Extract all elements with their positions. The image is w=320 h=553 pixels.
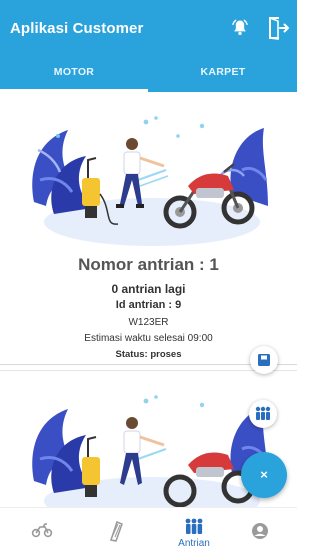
license-plate: W123ER: [128, 317, 169, 328]
save-icon: [258, 354, 270, 366]
queue-card: Nomor antrian : 1 0 antrian lagi Id antr…: [0, 92, 297, 365]
nav-antrian[interactable]: Antrian: [157, 508, 231, 553]
app-bar: Aplikasi Customer MOTOR KARPET: [0, 0, 297, 92]
nav-motor[interactable]: [5, 508, 79, 553]
queue-remaining: 0 antrian lagi: [111, 282, 186, 296]
motorbike-wash-illustration: [32, 395, 268, 508]
bell-icon[interactable]: [230, 18, 250, 38]
save-fab[interactable]: [250, 346, 278, 374]
queue-people-icon: [255, 406, 271, 420]
motorbike-wash-illustration: [32, 116, 268, 246]
bottom-navigation: Antrian: [0, 507, 297, 553]
queue-id: Id antrian : 9: [115, 299, 182, 311]
carpet-icon: [110, 521, 123, 542]
motorcycle-icon: [31, 523, 53, 538]
nav-carpet[interactable]: [79, 508, 153, 553]
nav-account[interactable]: [223, 508, 297, 553]
tab-motor[interactable]: MOTOR: [0, 58, 148, 92]
account-icon: [252, 523, 268, 539]
app-title: Aplikasi Customer: [10, 20, 144, 37]
queue-number: Nomor antrian : 1: [78, 255, 219, 274]
estimated-finish-time: Estimasi waktu selesai 09:00: [84, 333, 213, 344]
tab-karpet[interactable]: KARPET: [149, 58, 297, 92]
logout-icon[interactable]: [265, 15, 291, 41]
close-fab[interactable]: ×: [241, 452, 287, 498]
queue-fab[interactable]: [249, 400, 277, 428]
nav-antrian-label: Antrian: [178, 538, 210, 549]
queue-people-icon: [185, 518, 203, 534]
tab-bar: MOTOR KARPET: [0, 58, 297, 92]
